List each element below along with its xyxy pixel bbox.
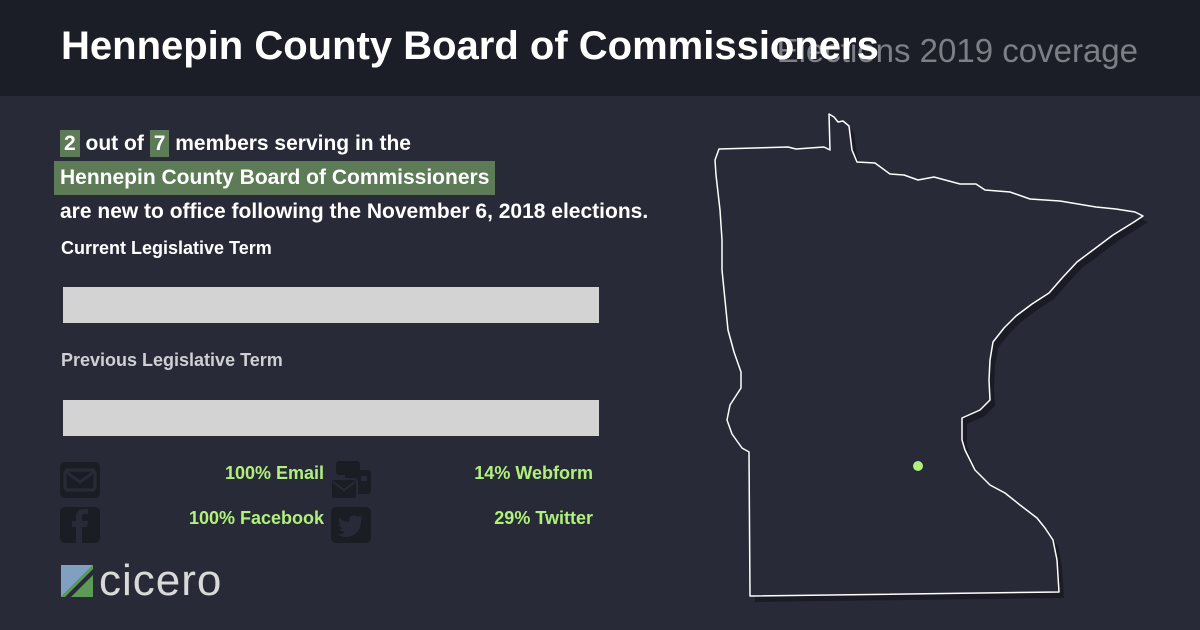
body-name: Hennepin County Board of Commissioners [54, 161, 496, 195]
cicero-logo: cicero [61, 556, 223, 605]
webform-stat: 14% Webform [474, 463, 593, 483]
twitter-stat: 29% Twitter [494, 508, 593, 528]
facebook-stat: 100% Facebook [188, 508, 324, 528]
facebook-icon [60, 507, 100, 543]
total-count: 7 [149, 130, 170, 157]
summary-text: 2 out of 7 members serving in the Hennep… [54, 127, 760, 229]
page-title: Hennepin County Board of Commissioners [61, 24, 879, 68]
current-term-label: Current Legislative Term [61, 238, 272, 258]
email-stat: 100% Email [224, 463, 324, 483]
minnesota-map [714, 113, 1148, 602]
twitter-icon [331, 507, 371, 543]
cicero-logo-mark [61, 565, 93, 597]
webform-icon [330, 461, 371, 501]
current-term-bar [63, 287, 599, 323]
county-location-marker [913, 461, 923, 471]
previous-term-bar [63, 400, 599, 436]
logo-text: cicero [99, 556, 223, 605]
new-count: 2 [60, 130, 80, 157]
envelope-icon [60, 462, 100, 498]
previous-term-label: Previous Legislative Term [61, 350, 283, 370]
members-text: members serving in the [175, 132, 411, 155]
out-of-text: out of [85, 132, 144, 155]
summary-tail: are new to office following the November… [60, 200, 649, 223]
header: Elections 2019 coverage Hennepin County … [0, 0, 1200, 96]
